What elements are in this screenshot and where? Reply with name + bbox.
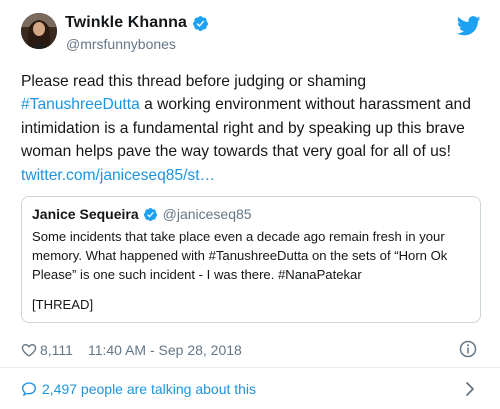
author-handle[interactable]: @mrsfunnybones xyxy=(66,36,176,52)
verified-badge-icon xyxy=(143,207,158,222)
quoted-thread-label: [THREAD] xyxy=(32,297,94,312)
quoted-author-handle: @janiceseq85 xyxy=(162,206,252,222)
tweet-text-part1: Please read this thread before judging o… xyxy=(21,73,367,90)
conversation-link[interactable]: 2,497 people are talking about this xyxy=(21,379,256,399)
author-name-row: Twinkle Khanna xyxy=(65,13,209,33)
quoted-author-name: Janice Sequeira xyxy=(32,206,139,222)
quoted-tweet-link[interactable]: twitter.com/janiceseq85/st… xyxy=(21,167,215,184)
tweet-card: Twinkle Khanna @mrsfunnybones Please rea… xyxy=(0,0,500,409)
quoted-tweet-header: Janice Sequeira @janiceseq85 xyxy=(32,205,252,223)
avatar[interactable] xyxy=(21,13,57,49)
quoted-tweet-text: Some incidents that take place even a de… xyxy=(32,229,448,282)
chevron-right-icon[interactable] xyxy=(465,381,475,397)
tweet-meta: 8,111 11:40 AM - Sep 28, 2018 xyxy=(21,340,242,360)
twitter-bird-icon[interactable] xyxy=(457,16,481,36)
hashtag-link[interactable]: #TanushreeDutta xyxy=(21,96,140,113)
verified-badge-icon xyxy=(192,15,209,32)
tweet-text: Please read this thread before judging o… xyxy=(21,70,481,187)
quoted-tweet[interactable]: Janice Sequeira @janiceseq85 Some incide… xyxy=(21,196,481,323)
divider xyxy=(0,367,500,368)
heart-icon[interactable] xyxy=(21,342,37,358)
author-name[interactable]: Twinkle Khanna xyxy=(65,14,187,32)
info-icon[interactable] xyxy=(459,340,477,358)
tweet-timestamp[interactable]: 11:40 AM - Sep 28, 2018 xyxy=(88,342,242,358)
comment-bubble-icon xyxy=(21,382,37,397)
like-count[interactable]: 8,111 xyxy=(40,342,73,358)
conversation-label: 2,497 people are talking about this xyxy=(42,381,257,397)
